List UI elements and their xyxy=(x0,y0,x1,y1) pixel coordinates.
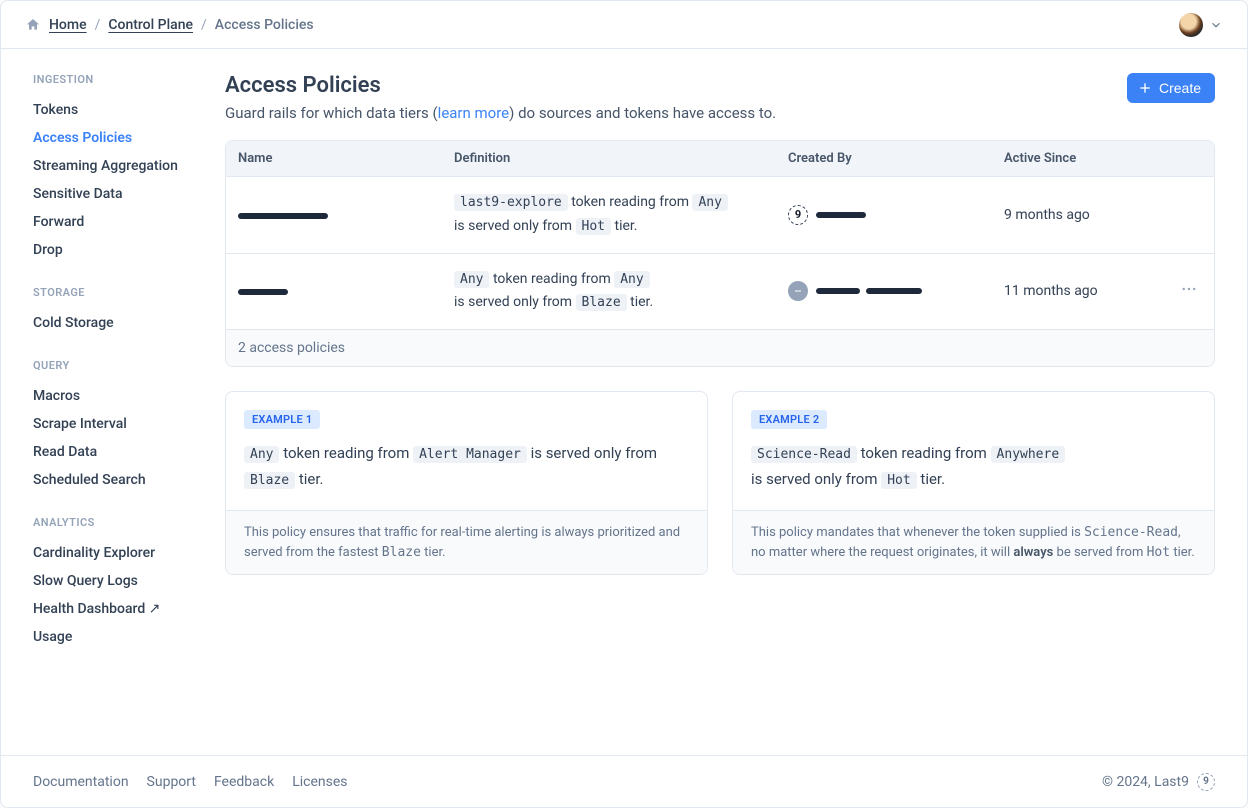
footer-right: © 2024, Last9 9 xyxy=(1102,773,1215,791)
source-chip: Any xyxy=(692,194,727,211)
table-footer: 2 access policies xyxy=(226,329,1214,366)
page-header: Access Policies Guard rails for which da… xyxy=(225,73,1215,122)
topbar: Home / Control Plane / Access Policies xyxy=(1,1,1247,49)
footer: Documentation Support Feedback Licenses … xyxy=(1,755,1247,807)
learn-more-link[interactable]: learn more xyxy=(438,104,509,122)
page-subtitle: Guard rails for which data tiers (learn … xyxy=(225,104,776,122)
breadcrumb-current: Access Policies xyxy=(215,17,314,33)
create-button[interactable]: Create xyxy=(1127,73,1215,103)
breadcrumb: Home / Control Plane / Access Policies xyxy=(25,17,314,33)
chevron-down-icon xyxy=(1209,18,1223,32)
plus-icon xyxy=(1137,80,1153,96)
example-tag: EXAMPLE 2 xyxy=(751,410,827,429)
sidebar-item-access-policies[interactable]: Access Policies xyxy=(33,124,201,152)
tier-chip: Blaze xyxy=(244,472,295,489)
ellipsis-icon xyxy=(1180,280,1198,298)
example-card-1: EXAMPLE 1 Any token reading from Alert M… xyxy=(225,391,708,575)
sidebar-item-drop[interactable]: Drop xyxy=(33,236,201,264)
th-active-since: Active Since xyxy=(1004,151,1160,166)
example-card-2: EXAMPLE 2 Science-Read token reading fro… xyxy=(732,391,1215,575)
tier-chip: Hot xyxy=(881,472,916,489)
table-header: Name Definition Created By Active Since xyxy=(226,141,1214,176)
source-chip: Any xyxy=(614,271,649,288)
redacted-user xyxy=(816,288,860,294)
footer-link-documentation[interactable]: Documentation xyxy=(33,774,129,790)
token-chip: Science-Read xyxy=(751,446,857,463)
footer-links: Documentation Support Feedback Licenses xyxy=(33,774,348,790)
token-chip: last9-explore xyxy=(454,194,568,211)
create-label: Create xyxy=(1159,80,1201,96)
sidebar-item-read-data[interactable]: Read Data xyxy=(33,438,201,466)
sidebar-item-macros[interactable]: Macros xyxy=(33,382,201,410)
tier-chip: Blaze xyxy=(576,294,627,311)
sidebar-item-cold-storage[interactable]: Cold Storage xyxy=(33,309,201,337)
example-definition: Science-Read token reading from Anywhere… xyxy=(751,441,1196,492)
system-badge-icon xyxy=(788,281,808,301)
sidebar-item-forward[interactable]: Forward xyxy=(33,208,201,236)
sidebar: INGESTION TokensAccess PoliciesStreaming … xyxy=(1,49,201,755)
active-since: 9 months ago xyxy=(1004,207,1160,223)
breadcrumb-home[interactable]: Home xyxy=(49,17,87,33)
example-footnote: This policy mandates that whenever the t… xyxy=(733,510,1214,574)
home-icon[interactable] xyxy=(25,17,41,33)
sidebar-section-title: QUERY xyxy=(33,359,201,372)
footer-link-support[interactable]: Support xyxy=(147,774,196,790)
source-chip: Alert Manager xyxy=(413,446,527,463)
sidebar-item-cardinality-explorer[interactable]: Cardinality Explorer xyxy=(33,539,201,567)
sidebar-item-sensitive-data[interactable]: Sensitive Data xyxy=(33,180,201,208)
page-title: Access Policies xyxy=(225,73,776,98)
tier-chip: Hot xyxy=(576,218,611,235)
redacted-user xyxy=(816,212,866,218)
sidebar-item-health-dashboard-[interactable]: Health Dashboard ↗ xyxy=(33,595,201,623)
definition-line: is served only from Blaze tier. xyxy=(454,291,776,315)
redacted-user xyxy=(866,288,922,294)
th-created-by: Created By xyxy=(788,151,1004,166)
sidebar-item-scheduled-search[interactable]: Scheduled Search xyxy=(33,466,201,494)
sidebar-item-scrape-interval[interactable]: Scrape Interval xyxy=(33,410,201,438)
table-row[interactable]: last9-explore token reading from Anyis s… xyxy=(226,176,1214,253)
brand-logo-icon: 9 xyxy=(1197,773,1215,791)
source-chip: Anywhere xyxy=(991,446,1066,463)
subtitle-pre: Guard rails for which data tiers ( xyxy=(225,104,438,122)
definition-line: Any token reading from Any xyxy=(454,268,776,292)
active-since: 11 months ago xyxy=(1004,283,1160,299)
sidebar-section-title: STORAGE xyxy=(33,286,201,299)
sidebar-item-slow-query-logs[interactable]: Slow Query Logs xyxy=(33,567,201,595)
avatar xyxy=(1179,13,1203,37)
th-definition: Definition xyxy=(454,151,788,166)
breadcrumb-sep: / xyxy=(201,17,207,33)
user-menu[interactable] xyxy=(1179,13,1223,37)
token-chip: Any xyxy=(454,271,489,288)
token-chip: Any xyxy=(244,446,279,463)
brand-badge-icon: 9 xyxy=(788,205,808,225)
footer-link-feedback[interactable]: Feedback xyxy=(214,774,274,790)
table-row[interactable]: Any token reading from Anyis served only… xyxy=(226,253,1214,330)
redacted-name xyxy=(238,213,328,219)
sidebar-section-title: INGESTION xyxy=(33,73,201,86)
sidebar-item-usage[interactable]: Usage xyxy=(33,623,201,651)
footer-link-licenses[interactable]: Licenses xyxy=(292,774,347,790)
definition-line: last9-explore token reading from Any xyxy=(454,191,776,215)
sidebar-item-streaming-aggregation[interactable]: Streaming Aggregation xyxy=(33,152,201,180)
sidebar-section-title: ANALYTICS xyxy=(33,516,201,529)
redacted-name xyxy=(238,289,288,295)
row-actions-button[interactable] xyxy=(1176,282,1202,306)
created-by: 9 xyxy=(788,205,992,225)
example-definition: Any token reading from Alert Manager is … xyxy=(244,441,689,492)
created-by xyxy=(788,281,992,301)
policies-table: Name Definition Created By Active Since … xyxy=(225,140,1215,367)
example-footnote: This policy ensures that traffic for rea… xyxy=(226,510,707,574)
th-name: Name xyxy=(238,151,454,166)
breadcrumb-sep: / xyxy=(95,17,101,33)
subtitle-post: ) do sources and tokens have access to. xyxy=(509,104,776,122)
main: Access Policies Guard rails for which da… xyxy=(201,49,1247,755)
breadcrumb-control-plane[interactable]: Control Plane xyxy=(108,17,193,33)
copyright: © 2024, Last9 xyxy=(1102,774,1189,790)
sidebar-item-tokens[interactable]: Tokens xyxy=(33,96,201,124)
definition-line: is served only from Hot tier. xyxy=(454,215,776,239)
examples-row: EXAMPLE 1 Any token reading from Alert M… xyxy=(225,391,1215,575)
example-tag: EXAMPLE 1 xyxy=(244,410,320,429)
